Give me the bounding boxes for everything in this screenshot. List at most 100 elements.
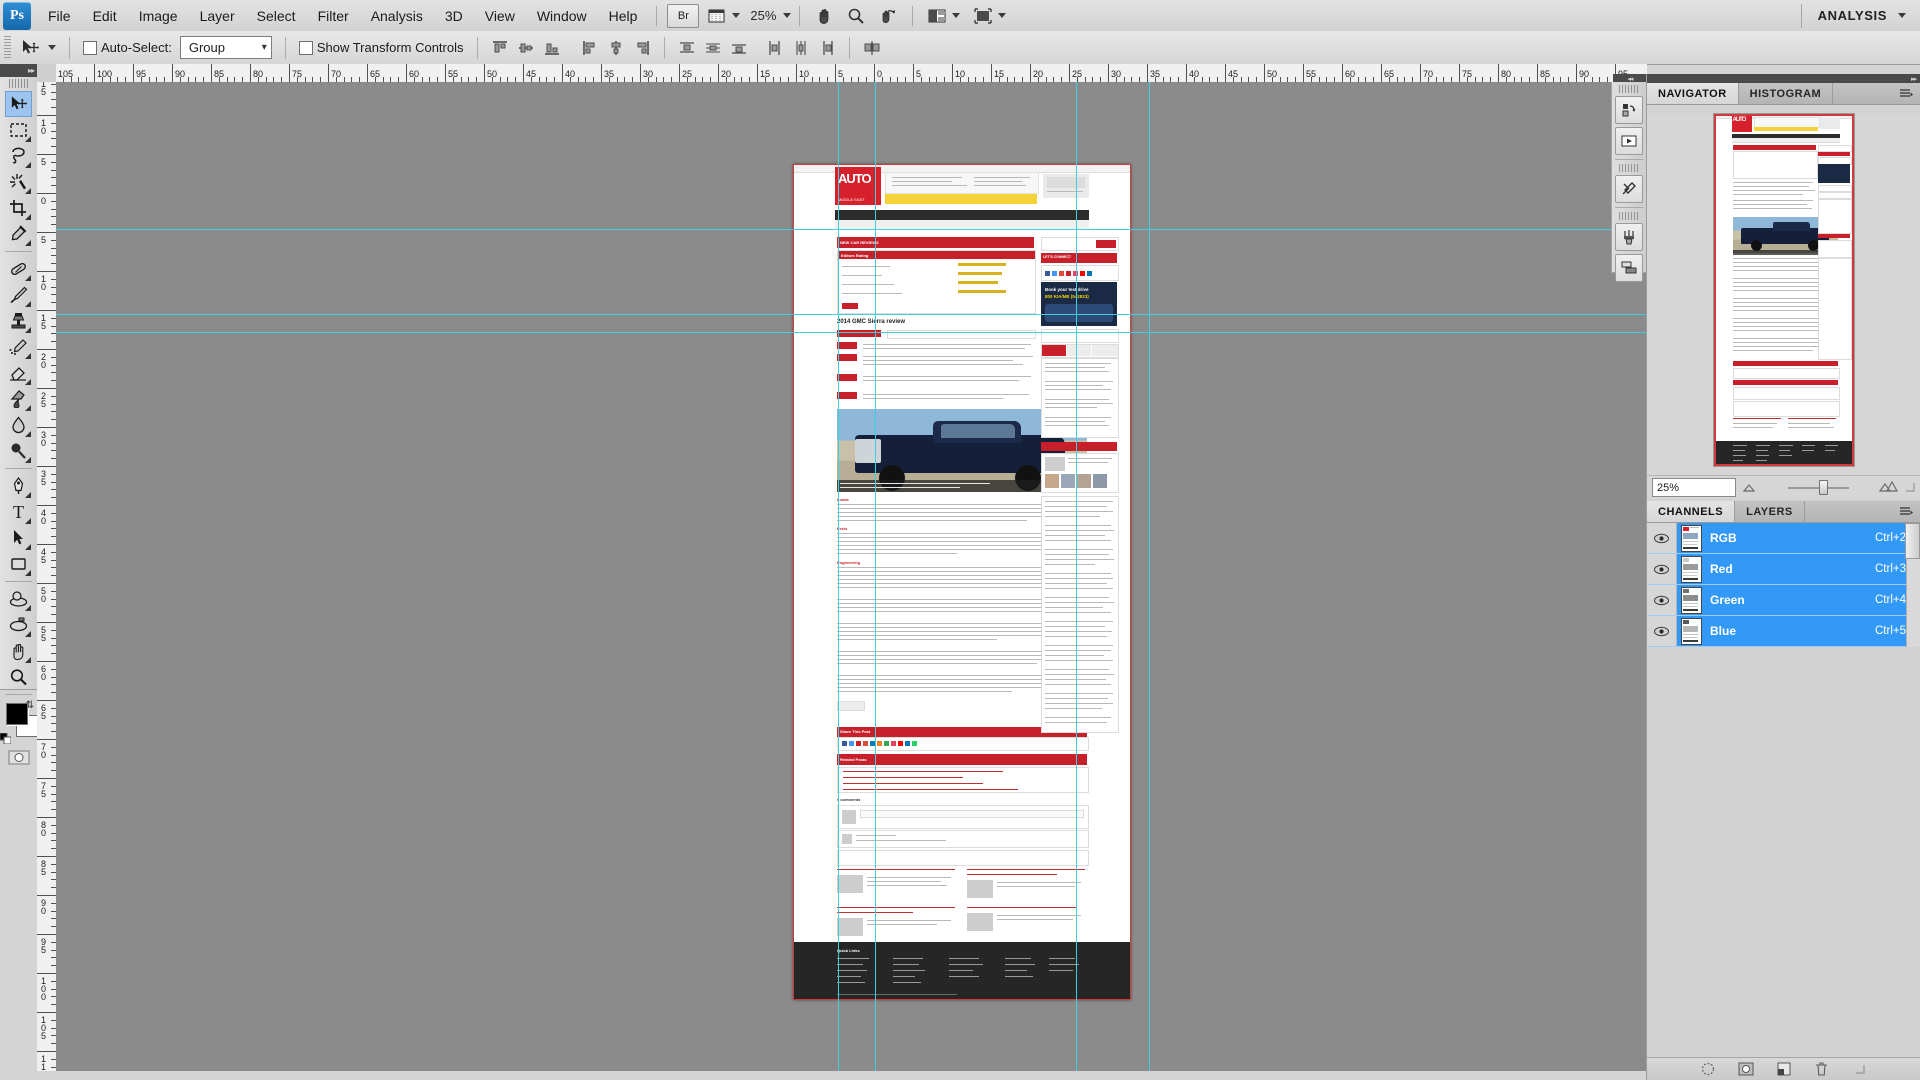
actions-icon[interactable] <box>1615 127 1643 155</box>
channel-row-red[interactable]: Red Ctrl+3 <box>1647 554 1920 585</box>
guide-vertical-2[interactable] <box>875 82 876 1071</box>
tool-flyout-triangle-icon[interactable] <box>25 431 31 437</box>
tool-flyout-triangle-icon[interactable] <box>25 275 31 281</box>
toolbox-collapse-bar[interactable]: ▸▸ <box>0 64 37 77</box>
guide-horizontal-3[interactable] <box>56 332 1647 333</box>
history-icon[interactable] <box>1615 96 1643 124</box>
align-top-edges-icon[interactable] <box>490 38 510 58</box>
menu-file[interactable]: File <box>37 4 82 28</box>
distribute-right-edges-icon[interactable] <box>817 38 837 58</box>
channel-visibility-toggle[interactable] <box>1647 554 1677 584</box>
photoshop-logo[interactable]: Ps <box>3 1 31 30</box>
tool-preset-chevron-icon[interactable] <box>48 45 56 50</box>
brush-tool[interactable] <box>5 282 32 308</box>
align-bottom-edges-icon[interactable] <box>542 38 562 58</box>
canvas-area[interactable]: AUTO MIDDLE EAST NEW CAR REVIEWS Editors… <box>56 82 1647 1071</box>
menu-help[interactable]: Help <box>598 4 649 28</box>
zoom-level-value[interactable]: 25% <box>747 8 779 23</box>
bridge-icon[interactable]: Br <box>667 3 700 28</box>
dock-grip-2[interactable] <box>1619 164 1639 172</box>
auto-select-checkbox[interactable] <box>83 40 97 55</box>
path-selection-tool[interactable] <box>5 525 32 551</box>
color-swatches[interactable]: ⇅ <box>0 700 38 746</box>
channel-visibility-toggle[interactable] <box>1647 585 1677 615</box>
channel-visibility-toggle[interactable] <box>1647 523 1677 553</box>
tab-layers[interactable]: LAYERS <box>1735 501 1805 522</box>
auto-select-control[interactable]: Auto-Select: Group ▾ <box>79 36 276 59</box>
tool-flyout-triangle-icon[interactable] <box>25 605 31 611</box>
eraser-tool[interactable] <box>5 360 32 386</box>
auto-align-layers-icon[interactable] <box>862 38 882 58</box>
blur-tool[interactable] <box>5 412 32 438</box>
move-tool[interactable] <box>5 91 32 117</box>
horizontal-type-tool[interactable]: T <box>5 499 32 525</box>
distribute-bottom-edges-icon[interactable] <box>729 38 749 58</box>
align-left-edges-icon[interactable] <box>580 38 600 58</box>
distribute-horizontal-centers-icon[interactable] <box>791 38 811 58</box>
menu-image[interactable]: Image <box>128 4 189 28</box>
zoom-chevron-down-icon[interactable] <box>783 13 792 18</box>
tool-flyout-triangle-icon[interactable] <box>25 353 31 359</box>
panel-collapse-bar[interactable]: ▸▸ <box>1647 74 1920 83</box>
tool-flyout-triangle-icon[interactable] <box>25 188 31 194</box>
save-selection-as-channel-icon[interactable] <box>1738 1061 1754 1077</box>
align-vertical-centers-icon[interactable] <box>516 38 536 58</box>
distribute-top-edges-icon[interactable] <box>677 38 697 58</box>
menu-layer[interactable]: Layer <box>189 4 246 28</box>
distribute-left-edges-icon[interactable] <box>765 38 785 58</box>
navigator-zoom-slider[interactable] <box>1764 480 1873 495</box>
tool-flyout-triangle-icon[interactable] <box>25 240 31 246</box>
tool-flyout-triangle-icon[interactable] <box>25 657 31 663</box>
navigator-zoom-slider-knob[interactable] <box>1818 480 1828 495</box>
tool-flyout-triangle-icon[interactable] <box>25 405 31 411</box>
chevron-down-icon[interactable] <box>732 13 741 18</box>
collapse-panels-icon[interactable]: ▸▸ <box>1911 75 1917 83</box>
rectangle-tool[interactable] <box>5 551 32 577</box>
quick-mask-icon[interactable] <box>0 746 37 768</box>
layer-comps-icon[interactable] <box>1615 254 1643 282</box>
spot-healing-brush-tool[interactable] <box>5 256 32 282</box>
channels-scroll-thumb[interactable] <box>1905 523 1920 559</box>
arrange-documents-icon[interactable] <box>970 5 1010 27</box>
tool-flyout-triangle-icon[interactable] <box>25 327 31 333</box>
swap-colors-icon[interactable]: ⇅ <box>26 700 34 711</box>
screen-mode-icon[interactable] <box>924 5 964 27</box>
delete-channel-icon[interactable] <box>1814 1061 1830 1077</box>
document-canvas[interactable]: AUTO MIDDLE EAST NEW CAR REVIEWS Editors… <box>793 164 1131 1000</box>
horizontal-ruler[interactable]: 105 100 95 90 85 80 75 70 65 60 55 50 45 40 35 30 25 20 15… <box>56 64 1647 83</box>
align-horizontal-centers-icon[interactable] <box>606 38 626 58</box>
tool-flyout-triangle-icon[interactable] <box>25 301 31 307</box>
menu-3d[interactable]: 3D <box>434 4 474 28</box>
tool-presets-icon[interactable] <box>1615 175 1643 203</box>
tool-flyout-triangle-icon[interactable] <box>25 214 31 220</box>
tool-flyout-triangle-icon[interactable] <box>25 457 31 463</box>
distribute-vertical-centers-icon[interactable] <box>703 38 723 58</box>
load-channel-as-selection-icon[interactable] <box>1700 1061 1716 1077</box>
hand-icon[interactable] <box>811 5 837 27</box>
panel-menu-icon[interactable] <box>1892 83 1920 104</box>
guide-vertical-3[interactable] <box>1076 82 1077 1071</box>
toolbox-grip[interactable] <box>9 79 28 88</box>
workspace-chevron-down-icon[interactable] <box>1898 13 1906 18</box>
tool-flyout-triangle-icon[interactable] <box>25 570 31 576</box>
default-colors-icon[interactable] <box>0 732 12 745</box>
channel-visibility-toggle[interactable] <box>1647 616 1677 646</box>
crop-tool[interactable] <box>5 195 32 221</box>
clone-stamp-tool[interactable] <box>5 308 32 334</box>
zoom-out-icon[interactable] <box>1742 481 1758 494</box>
tab-channels[interactable]: CHANNELS <box>1647 501 1736 522</box>
show-transform-control[interactable]: Show Transform Controls <box>295 40 468 55</box>
dock-grip-3[interactable] <box>1619 212 1639 220</box>
gradient-tool[interactable] <box>5 386 32 412</box>
tool-flyout-triangle-icon[interactable] <box>25 492 31 498</box>
menu-view[interactable]: View <box>474 4 526 28</box>
quick-selection-tool[interactable] <box>5 169 32 195</box>
eyedropper-tool[interactable] <box>5 221 32 247</box>
dodge-tool[interactable] <box>5 438 32 464</box>
brushes-icon[interactable] <box>1615 223 1643 251</box>
channel-row-blue[interactable]: Blue Ctrl+5 <box>1647 616 1920 647</box>
hand-tool[interactable] <box>5 638 32 664</box>
show-transform-checkbox[interactable] <box>298 40 313 55</box>
dock-grip-1[interactable] <box>1619 85 1639 93</box>
resize-grip-icon[interactable] <box>1852 1061 1868 1077</box>
